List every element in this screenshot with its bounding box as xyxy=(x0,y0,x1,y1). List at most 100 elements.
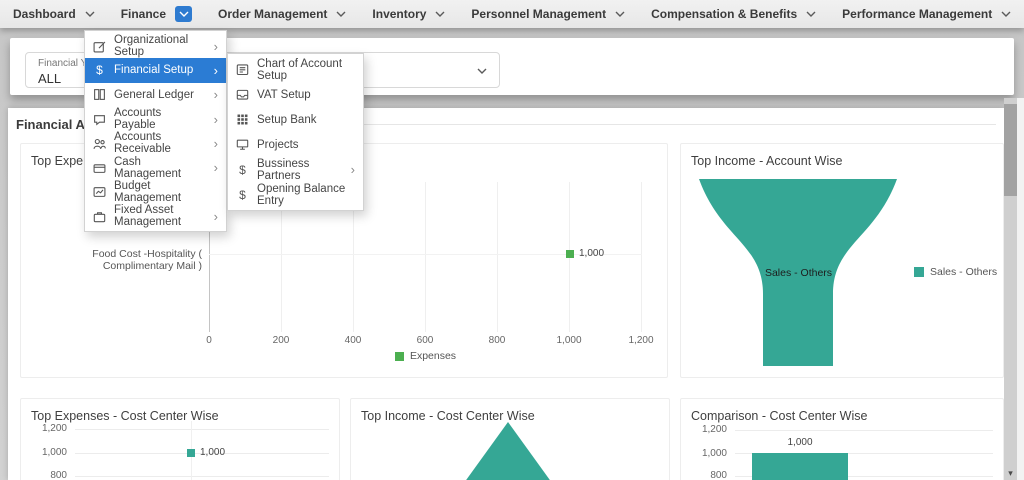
submenu-item-label: Projects xyxy=(257,139,299,151)
gridline xyxy=(641,182,642,332)
nav-label-personnel-management: Personnel Management xyxy=(471,7,606,21)
chevron-down-icon xyxy=(435,11,445,17)
submenu-item-label: Bussiness Partners xyxy=(257,158,343,182)
chart-title: Comparison - Cost Center Wise xyxy=(691,409,867,423)
y-tick: 1,000 xyxy=(21,447,67,458)
y-tick: 1,200 xyxy=(681,424,727,435)
nav-item-personnel-management[interactable]: Personnel Management xyxy=(458,0,638,28)
chart-legend[interactable]: Expenses xyxy=(209,350,642,362)
chevron-right-icon: › xyxy=(214,161,218,174)
chevron-down-icon xyxy=(179,11,189,17)
chevron-right-icon: › xyxy=(214,137,218,150)
dollar-icon: $ xyxy=(236,188,249,202)
submenu-item-setup-bank[interactable]: Setup Bank xyxy=(228,107,363,132)
bar-segment[interactable] xyxy=(752,453,848,480)
nav-label-performance-management: Performance Management xyxy=(842,7,992,21)
nav-item-order-management[interactable]: Order Management xyxy=(205,0,359,28)
x-tick: 400 xyxy=(331,335,375,346)
y-tick: 800 xyxy=(21,470,67,480)
chevron-right-icon: › xyxy=(214,40,218,53)
gridline xyxy=(425,182,426,332)
monitor-icon xyxy=(236,138,249,151)
vertical-scrollbar[interactable]: ▾ xyxy=(1004,98,1017,480)
page-edge xyxy=(1017,98,1024,480)
legend-swatch-expenses xyxy=(395,352,404,361)
submenu-item-projects[interactable]: Projects xyxy=(228,132,363,157)
nav-item-inventory[interactable]: Inventory xyxy=(359,0,458,28)
menu-item-organizational-setup[interactable]: Organizational Setup › xyxy=(85,34,226,58)
finance-dropdown-menu: Organizational Setup › $ Financial Setup… xyxy=(84,30,227,232)
chevron-down-icon xyxy=(85,11,95,17)
ledger-icon xyxy=(93,88,106,101)
nav-item-finance[interactable]: Finance xyxy=(108,0,205,28)
submenu-item-opening-balance-entry[interactable]: $ Opening Balance Entry xyxy=(228,182,363,207)
pyramid-chart[interactable] xyxy=(351,399,670,480)
form-pencil-icon xyxy=(93,40,106,53)
y-tick: 1,200 xyxy=(21,423,67,434)
menu-item-budget-management[interactable]: Budget Management xyxy=(85,180,226,204)
nav-label-finance: Finance xyxy=(121,7,166,21)
chart-card-comparison-cost-center: Comparison - Cost Center Wise 1,200 1,00… xyxy=(680,398,1004,480)
submenu-item-chart-of-account-setup[interactable]: Chart of Account Setup xyxy=(228,57,363,82)
menu-item-fixed-asset-management[interactable]: Fixed Asset Management › xyxy=(85,204,226,228)
data-point-marker[interactable] xyxy=(187,449,195,457)
chevron-right-icon: › xyxy=(351,163,355,176)
legend-label: Expenses xyxy=(410,350,456,362)
menu-item-label: Budget Management xyxy=(114,180,218,204)
chevron-right-icon: › xyxy=(214,113,218,126)
data-point-label: 1,000 xyxy=(579,248,604,259)
menu-item-accounts-receivable[interactable]: Accounts Receivable › xyxy=(85,131,226,155)
scroll-down-arrow-icon[interactable]: ▾ xyxy=(1004,468,1017,479)
nav-item-performance-management[interactable]: Performance Management xyxy=(829,0,1024,28)
finance-dropdown-button[interactable] xyxy=(175,6,192,22)
nav-label-dashboard: Dashboard xyxy=(13,7,76,21)
gridline xyxy=(75,476,329,477)
gridline xyxy=(497,182,498,332)
app-screen: Dashboard Finance Order Management Inven… xyxy=(0,0,1024,480)
funnel-chart[interactable] xyxy=(681,144,1004,378)
gridline xyxy=(735,430,993,431)
funnel-segment-label: Sales - Others xyxy=(731,267,866,279)
briefcase-icon xyxy=(93,210,106,223)
chart-legend[interactable]: Sales - Others xyxy=(914,266,997,278)
menu-item-accounts-payable[interactable]: Accounts Payable › xyxy=(85,107,226,131)
chevron-right-icon: › xyxy=(214,64,218,77)
nav-label-compensation-benefits: Compensation & Benefits xyxy=(651,7,797,21)
chevron-down-icon xyxy=(1001,11,1011,17)
chart-card-top-expenses-cost-center: Top Expenses - Cost Center Wise 1,200 1,… xyxy=(20,398,340,480)
chevron-right-icon: › xyxy=(214,210,218,223)
x-tick: 600 xyxy=(403,335,447,346)
submenu-item-bussiness-partners[interactable]: $ Bussiness Partners › xyxy=(228,157,363,182)
menu-item-general-ledger[interactable]: General Ledger › xyxy=(85,83,226,107)
dollar-icon: $ xyxy=(93,63,106,77)
chevron-right-icon: › xyxy=(214,88,218,101)
dollar-icon: $ xyxy=(236,163,249,177)
chart-card-top-income-cost-center: Top Income - Cost Center Wise xyxy=(350,398,670,480)
x-tick: 0 xyxy=(187,335,231,346)
chevron-down-icon xyxy=(477,68,487,74)
menu-item-label: Organizational Setup xyxy=(114,34,206,58)
submenu-item-label: Setup Bank xyxy=(257,114,316,126)
menu-item-financial-setup[interactable]: $ Financial Setup › xyxy=(85,58,226,82)
gridline xyxy=(75,429,329,430)
nav-item-dashboard[interactable]: Dashboard xyxy=(0,0,108,28)
menu-item-cash-management[interactable]: Cash Management › xyxy=(85,155,226,179)
legend-swatch-sales-others xyxy=(914,267,924,277)
cash-icon xyxy=(93,161,106,174)
submenu-item-vat-setup[interactable]: VAT Setup xyxy=(228,82,363,107)
chart-card-top-income-account: Top Income - Account Wise Sales - Others… xyxy=(680,143,1004,378)
gridline xyxy=(209,254,642,255)
financial-year-value: ALL xyxy=(38,71,61,86)
data-point-marker[interactable] xyxy=(566,250,574,258)
menu-item-label: Accounts Receivable xyxy=(114,131,206,155)
chevron-down-icon xyxy=(806,11,816,17)
nav-item-compensation-benefits[interactable]: Compensation & Benefits xyxy=(638,0,829,28)
x-tick: 800 xyxy=(475,335,519,346)
submenu-item-label: VAT Setup xyxy=(257,89,311,101)
y-tick: 800 xyxy=(681,470,727,480)
submenu-item-label: Chart of Account Setup xyxy=(257,58,355,82)
scrollbar-thumb[interactable] xyxy=(1004,104,1017,196)
nav-label-inventory: Inventory xyxy=(372,7,426,21)
x-tick: 200 xyxy=(259,335,303,346)
menu-item-label: Fixed Asset Management xyxy=(114,204,206,228)
